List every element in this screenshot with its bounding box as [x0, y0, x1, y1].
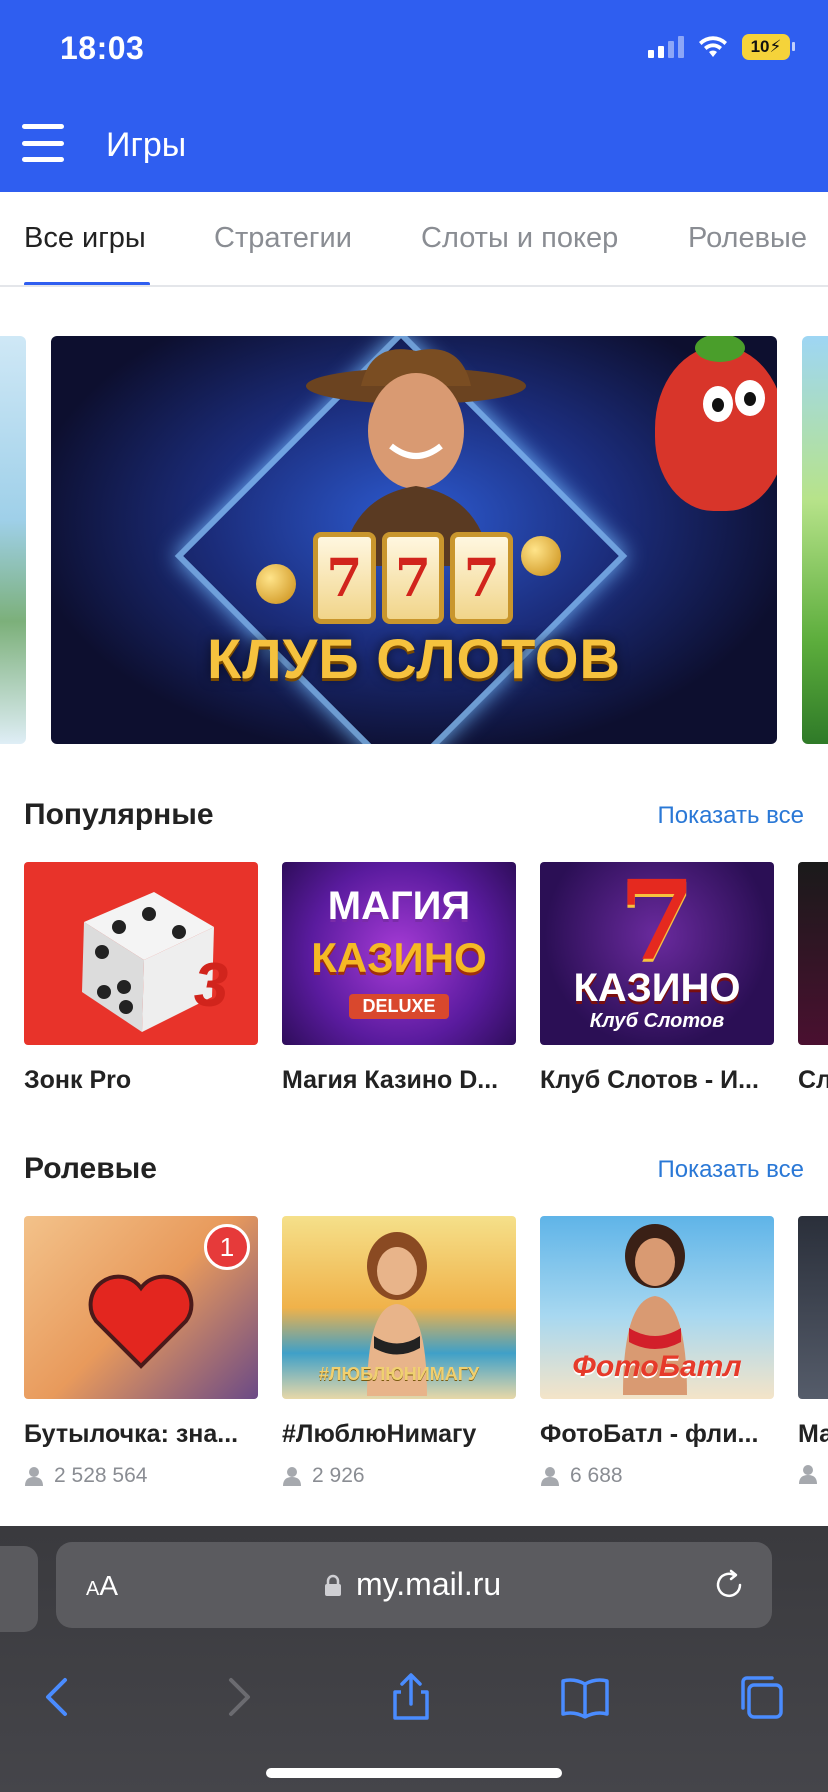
wifi-icon: [699, 36, 727, 57]
game-thumbnail: [798, 862, 828, 1045]
category-tabs: Все игры Стратегии Слоты и покер Ролевые: [0, 192, 828, 287]
game-title: Ма: [798, 1420, 828, 1448]
aa-small: A: [86, 1578, 100, 1600]
game-thumbnail: [798, 1216, 828, 1399]
game-thumbnail: 3: [24, 862, 258, 1045]
hamburger-menu-icon[interactable]: [22, 124, 64, 162]
game-title: Зонк Pro: [24, 1066, 132, 1094]
person-icon: [283, 1467, 301, 1486]
notification-badge: 1: [204, 1224, 250, 1270]
battery-icon: 10 ⚡: [742, 34, 795, 60]
person-icon: [541, 1467, 559, 1486]
player-count: 2 926: [282, 1464, 365, 1488]
game-thumbnail: ФотоБатл: [540, 1216, 774, 1399]
carousel-next-banner[interactable]: [802, 336, 828, 744]
game-title: ФотоБатл - фли...: [540, 1420, 759, 1448]
banner-title: КЛУБ СЛОТОВ: [207, 627, 621, 690]
lock-icon: [325, 1574, 341, 1596]
tab-slots-poker[interactable]: Слоты и покер: [421, 222, 618, 255]
thumb-title: МАГИЯ: [327, 884, 471, 928]
section-title-popular: Популярные: [24, 798, 214, 831]
thumb-title: ФотоБатл: [572, 1350, 742, 1383]
game-card[interactable]: Сл: [798, 862, 828, 1102]
game-thumbnail: 1: [24, 1216, 258, 1399]
active-tab-indicator: [24, 282, 150, 285]
game-card[interactable]: Ма: [798, 1216, 828, 1496]
thumb-subtitle: КАЗИНО: [311, 934, 487, 981]
game-title: Сл: [798, 1066, 828, 1094]
thumb-title: КАЗИНО: [573, 966, 741, 1010]
game-thumbnail: 7 КАЗИНО Клуб Слотов: [540, 862, 774, 1045]
tabs-icon[interactable]: [736, 1672, 786, 1722]
game-title: #ЛюблюНимагу: [282, 1420, 477, 1448]
bookmarks-icon[interactable]: [560, 1672, 610, 1722]
thumb-title: #ЛЮБЛЮНИМАГУ: [318, 1364, 480, 1384]
reel: 7: [381, 532, 445, 624]
coin-icon: [521, 536, 561, 576]
game-title: Магия Казино D...: [282, 1066, 499, 1094]
player-count: 2 528 564: [24, 1464, 147, 1488]
browser-toolbar: AA my.mail.ru: [0, 1526, 828, 1792]
reel: 7: [450, 532, 514, 624]
tab-roleplay[interactable]: Ролевые: [688, 222, 807, 255]
game-title: Бутылочка: зна...: [24, 1420, 239, 1448]
heart-icon: [88, 1274, 194, 1369]
carousel-prev-banner[interactable]: [0, 336, 26, 744]
section-title-roleplay: Ролевые: [24, 1152, 157, 1185]
show-all-popular-link[interactable]: Показать все: [657, 802, 804, 830]
forward-icon[interactable]: [212, 1672, 262, 1722]
share-icon[interactable]: [386, 1672, 436, 1722]
status-icons: 10 ⚡: [648, 34, 795, 60]
game-thumbnail: #ЛЮБЛЮНИМАГУ: [282, 1216, 516, 1399]
battery-level: 10: [750, 37, 770, 56]
slot-reels: 7 7 7: [313, 532, 514, 624]
cellular-signal-icon: [648, 36, 684, 58]
tab-all-games[interactable]: Все игры: [24, 222, 146, 255]
game-thumbnail: МАГИЯ КАЗИНО DELUXE: [282, 862, 516, 1045]
address-bar[interactable]: AA my.mail.ru: [56, 1542, 772, 1628]
player-count-value: 2 926: [312, 1464, 365, 1487]
person-icon: [25, 1467, 43, 1486]
player-count: [798, 1464, 818, 1484]
reload-icon[interactable]: [712, 1568, 746, 1602]
status-time: 18:03: [60, 30, 145, 66]
aa-large: A: [99, 1570, 119, 1601]
reel: 7: [313, 532, 376, 624]
page-title: Игры: [106, 126, 187, 164]
home-indicator[interactable]: [266, 1768, 562, 1778]
coin-icon: [256, 564, 296, 604]
bolt-icon: ⚡: [769, 37, 782, 56]
player-count-value: 2 528 564: [54, 1464, 148, 1487]
top-bar: 18:03 10 ⚡ Игры: [0, 0, 828, 192]
show-all-roleplay-link[interactable]: Показать все: [657, 1156, 804, 1184]
text-size-button[interactable]: AA: [86, 1570, 118, 1602]
player-count-value: 6 688: [570, 1464, 623, 1487]
url-text: my.mail.ru: [356, 1566, 502, 1602]
tab-strategies[interactable]: Стратегии: [214, 222, 352, 255]
back-icon[interactable]: [34, 1672, 84, 1722]
dice-number: 3: [193, 951, 229, 1020]
banner-strawberry-image: [655, 336, 777, 511]
thumb-tag: DELUXE: [349, 994, 449, 1019]
game-title: Клуб Слотов - И...: [540, 1066, 759, 1094]
thumb-subtitle: Клуб Слотов: [589, 1010, 725, 1032]
player-count: 6 688: [540, 1464, 623, 1488]
previous-tab-peek[interactable]: [0, 1546, 38, 1632]
featured-banner[interactable]: 7 7 7 КЛУБ СЛОТОВ: [51, 336, 777, 744]
browser-nav-row: [0, 1672, 828, 1732]
person-icon: [799, 1465, 817, 1484]
